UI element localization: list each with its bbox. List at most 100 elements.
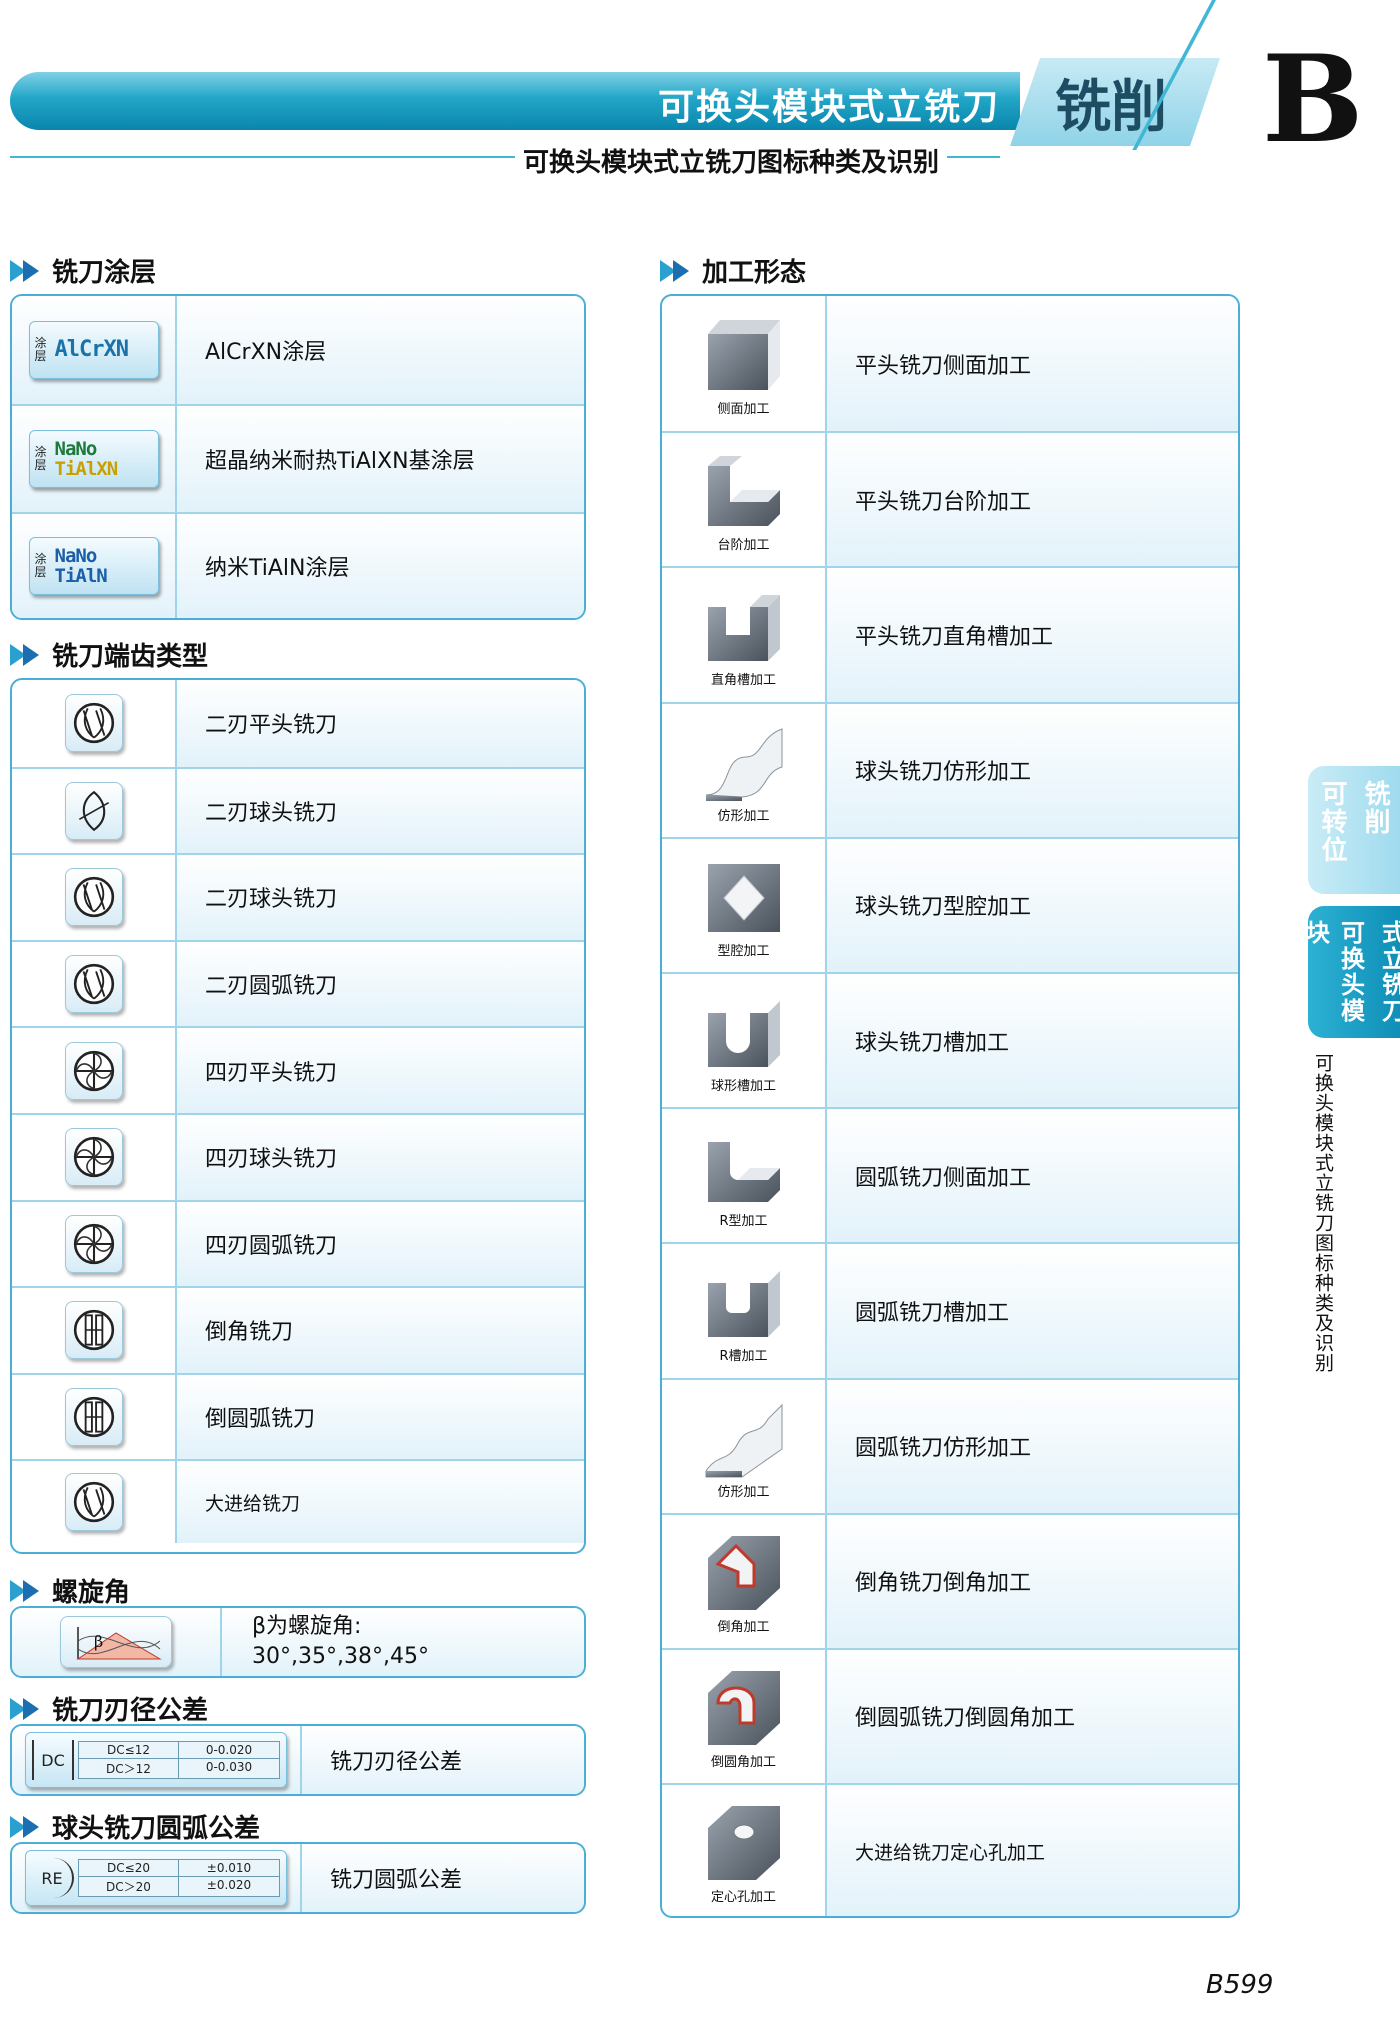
list-item: 定心孔加工 大进给铣刀定心孔加工	[662, 1783, 1238, 1916]
page-subtitle: 可换头模块式立铣刀图标种类及识别	[515, 142, 948, 179]
machining-icon-label: R型加工	[719, 1214, 768, 1230]
tooth-desc: 大进给铣刀	[177, 1461, 584, 1543]
profiling-icon: 仿形加工	[702, 717, 786, 824]
alcrxn-coating-icon: 涂层 AlCrXN	[28, 321, 159, 379]
list-item: 四刃球头铣刀	[12, 1112, 584, 1200]
list-item: 大进给铣刀	[12, 1459, 584, 1543]
machining-icon-cell: R槽加工	[662, 1244, 827, 1378]
list-item: 涂层 NaNo TiAlN 纳米TiAlN涂层	[12, 512, 584, 618]
r-slot-icon: R槽加工	[702, 1257, 786, 1364]
machining-icon-label: 球形槽加工	[710, 1079, 776, 1095]
corner-round-icon: 倒圆角加工	[702, 1663, 786, 1770]
coating-section-title: 铣刀涂层	[10, 252, 156, 289]
side-tab-indexable[interactable]: 可转位 铣削	[1308, 766, 1400, 894]
ball-tolerance-icon-cell: RE DC≤20 ±0.010 DC＞20 ±0.020	[12, 1844, 302, 1912]
tooth-desc: 二刃球头铣刀	[177, 855, 584, 940]
teeth-section-title: 铣刀端齿类型	[10, 636, 208, 673]
tooth-icon-cell	[12, 680, 177, 767]
teeth-panel: 二刃平头铣刀 二刃球头铣刀 二刃球头铣刀 二刃圆弧铣刀 四刃平头铣刀 四刃球头铣刀 四刃圆弧…	[10, 678, 586, 1554]
list-item: 倒角铣刀	[12, 1286, 584, 1373]
machining-desc: 球头铣刀仿形加工	[827, 703, 1238, 837]
list-item: 四刃圆弧铣刀	[12, 1199, 584, 1287]
machining-icon-label: 台阶加工	[717, 538, 770, 554]
tooth-desc: 二刃圆弧铣刀	[177, 941, 584, 1027]
ball-radius-tolerance-icon: RE DC≤20 ±0.010 DC＞20 ±0.020	[25, 1850, 287, 1906]
tooth-desc: 倒圆弧铣刀	[177, 1374, 584, 1460]
tooth-desc: 二刃平头铣刀	[177, 680, 584, 767]
machining-panel: 侧面加工 平头铣刀侧面加工 台阶加工 平头铣刀台阶加工 直角槽加工 平头铣刀直角槽加工 仿形…	[660, 294, 1240, 1918]
list-item: 二刃球头铣刀	[12, 766, 584, 854]
list-item: 二刃球头铣刀	[12, 853, 584, 940]
diameter-tolerance-desc: 铣刀刃径公差	[302, 1726, 584, 1794]
cavity-icon: 型腔加工	[702, 852, 786, 959]
double-arrow-icon	[10, 1815, 42, 1838]
list-item: 仿形加工 球头铣刀仿形加工	[662, 701, 1238, 837]
ball-tolerance-section-title: 球头铣刀圆弧公差	[10, 1808, 260, 1845]
chamfer-cutter-icon	[64, 1301, 123, 1360]
tooth-desc: 四刃平头铣刀	[177, 1028, 584, 1113]
four-flute-ball-icon	[64, 1128, 123, 1187]
two-flute-radius-icon	[64, 955, 123, 1014]
machining-icon-cell: 直角槽加工	[662, 568, 827, 702]
machining-icon-cell: 型腔加工	[662, 838, 827, 972]
coating-panel: 涂层 AlCrXN AlCrXN涂层 涂层 NaNo TiAlXN 超晶纳米耐热…	[10, 294, 586, 620]
tooth-icon-cell	[12, 1028, 177, 1113]
list-item: 侧面加工 平头铣刀侧面加工	[662, 296, 1238, 432]
side-tab-modular[interactable]: 可换头模块 式立铣刀	[1302, 906, 1400, 1038]
coating-icon-cell: 涂层 AlCrXN	[12, 296, 177, 404]
r-shape-icon: R型加工	[702, 1122, 786, 1229]
list-item: 倒圆弧铣刀	[12, 1372, 584, 1460]
two-flute-flat-icon	[64, 694, 123, 753]
svg-text:β: β	[94, 1632, 103, 1651]
shoulder-milling-icon: 台阶加工	[702, 446, 786, 553]
machining-icon-label: 倒圆角加工	[710, 1754, 776, 1770]
double-arrow-icon	[10, 1697, 42, 1720]
machining-desc: 圆弧铣刀仿形加工	[827, 1379, 1238, 1513]
machining-icon-cell: 倒角加工	[662, 1514, 827, 1648]
list-item: 二刃圆弧铣刀	[12, 939, 584, 1027]
tooth-desc: 四刃圆弧铣刀	[177, 1201, 584, 1287]
nano-tialn-coating-icon: 涂层 NaNo TiAlN	[28, 537, 159, 595]
machining-desc: 圆弧铣刀槽加工	[827, 1244, 1238, 1378]
helix-section-title: 螺旋角	[10, 1572, 130, 1609]
diameter-tolerance-icon: DC DC≤12 0-0.020 DC＞12 0-0.030	[25, 1732, 287, 1788]
chamfer-icon: 倒角加工	[702, 1528, 786, 1635]
tooth-icon-cell	[12, 768, 177, 854]
tolerance-table: DC≤12 0-0.020 DC＞12 0-0.030	[78, 1741, 280, 1779]
tooth-desc: 二刃球头铣刀	[177, 768, 584, 854]
machining-section-title: 加工形态	[660, 252, 806, 289]
tooth-icon-cell	[12, 855, 177, 940]
section-letter: B	[1262, 29, 1364, 170]
ball-slot-icon: 球形槽加工	[702, 987, 786, 1094]
list-item: 倒圆角加工 倒圆弧铣刀倒圆角加工	[662, 1647, 1238, 1784]
machining-desc: 倒角铣刀倒角加工	[827, 1514, 1238, 1648]
profiling-wave-icon: 仿形加工	[702, 1393, 786, 1500]
list-item: 仿形加工 圆弧铣刀仿形加工	[662, 1377, 1238, 1513]
machining-desc: 平头铣刀直角槽加工	[827, 568, 1238, 702]
high-feed-cutter-icon	[64, 1473, 123, 1532]
page-number: B599	[1206, 1970, 1274, 2000]
machining-icon-label: 仿形加工	[717, 1484, 770, 1500]
machining-icon-cell: 仿形加工	[662, 1379, 827, 1513]
coating-desc: 超晶纳米耐热TiAlXN基涂层	[177, 406, 584, 512]
ball-tolerance-desc: 铣刀圆弧公差	[302, 1844, 584, 1912]
side-tab-subtitle: 可换头模块式立铣刀图标种类及识别	[1312, 1053, 1334, 1373]
list-item: 二刃平头铣刀	[12, 680, 584, 767]
list-item: 四刃平头铣刀	[12, 1026, 584, 1113]
list-item: β β为螺旋角: 30°,35°,38°,45°	[12, 1608, 584, 1676]
double-arrow-icon	[10, 259, 42, 282]
two-flute-ball-icon	[64, 781, 123, 840]
machining-icon-cell: 仿形加工	[662, 703, 827, 837]
machining-icon-label: 倒角加工	[717, 1619, 770, 1635]
double-arrow-icon	[660, 259, 692, 282]
machining-desc: 球头铣刀型腔加工	[827, 838, 1238, 972]
ball-tolerance-panel: RE DC≤20 ±0.010 DC＞20 ±0.020 铣刀圆弧公差	[10, 1842, 586, 1914]
two-flute-ball-alt-icon	[64, 868, 123, 927]
machining-icon-label: 定心孔加工	[710, 1890, 776, 1906]
machining-icon-label: 仿形加工	[717, 808, 770, 824]
tolerance-table: DC≤20 ±0.010 DC＞20 ±0.020	[78, 1859, 280, 1897]
coating-desc: AlCrXN涂层	[177, 296, 584, 404]
machining-icon-cell: 球形槽加工	[662, 973, 827, 1108]
tooth-icon-cell	[12, 941, 177, 1027]
tooth-icon-cell	[12, 1114, 177, 1200]
